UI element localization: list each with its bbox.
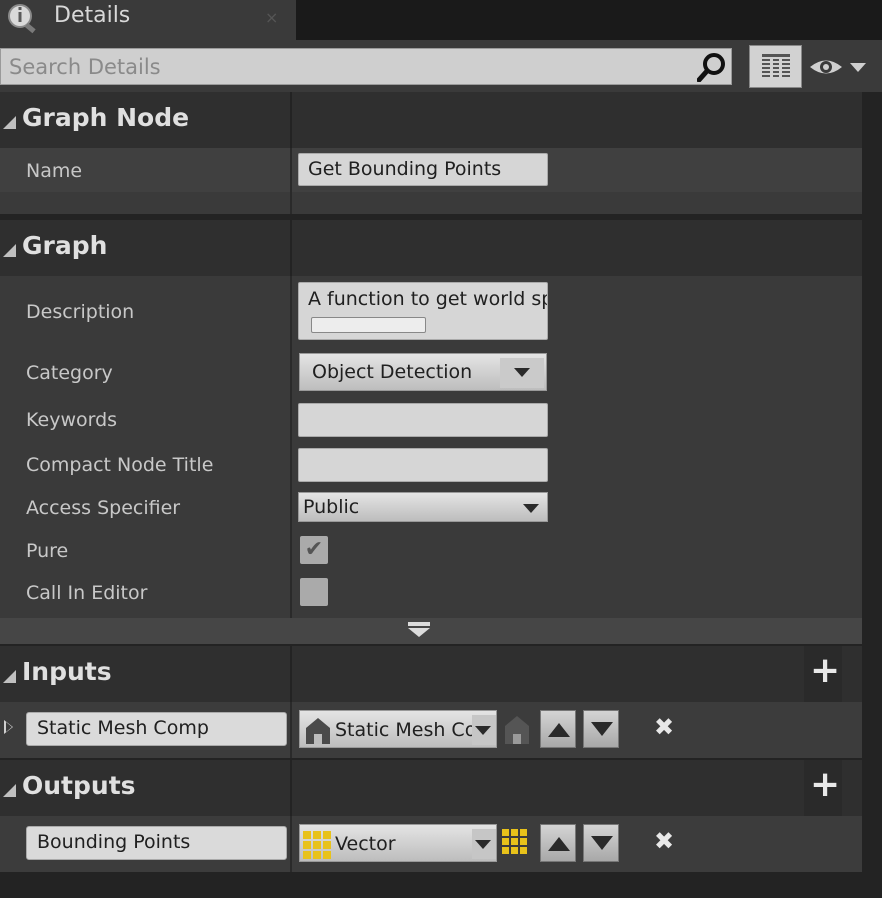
- name-label: Name: [26, 160, 83, 182]
- pure-checkbox[interactable]: ✔: [300, 536, 328, 564]
- collapse-arrow-icon[interactable]: [3, 784, 16, 797]
- tab-title: Details: [54, 3, 131, 28]
- expander-bar: [408, 622, 430, 626]
- section-title: Outputs: [22, 771, 136, 800]
- move-down-button[interactable]: [583, 824, 619, 862]
- column-divider: [290, 646, 292, 702]
- expand-arrow-icon: [408, 628, 430, 637]
- input-type-value: Static Mesh Co: [335, 719, 477, 741]
- search-icon[interactable]: [697, 52, 727, 82]
- call-in-editor-label: Call In Editor: [26, 582, 148, 604]
- plus-icon: +: [810, 650, 841, 691]
- category-dropdown[interactable]: Object Detection: [299, 353, 547, 391]
- tab-details[interactable]: Details ×: [0, 0, 296, 40]
- collapse-arrow-icon[interactable]: [3, 670, 16, 683]
- section-header-outputs[interactable]: Outputs: [0, 760, 800, 816]
- column-divider: [290, 760, 292, 816]
- output-type-value: Vector: [335, 833, 396, 855]
- section-title: Graph Node: [22, 103, 190, 132]
- input-name-field[interactable]: Static Mesh Comp: [26, 712, 287, 746]
- search-box[interactable]: [0, 48, 732, 85]
- access-specifier-label: Access Specifier: [26, 497, 181, 519]
- keywords-label: Keywords: [26, 409, 118, 431]
- details-magnifier-icon: [8, 4, 36, 34]
- property-matrix-icon: [762, 54, 790, 77]
- section-title: Inputs: [22, 657, 112, 686]
- view-options-button[interactable]: [749, 45, 802, 88]
- section-spacer: [0, 192, 862, 214]
- collapse-arrow-icon[interactable]: [3, 244, 16, 257]
- check-icon: ✔: [304, 537, 324, 562]
- column-divider: [290, 92, 292, 148]
- remove-input-button[interactable]: ✖: [654, 713, 674, 741]
- add-input-button[interactable]: +: [804, 646, 842, 702]
- call-in-editor-checkbox[interactable]: [300, 578, 328, 606]
- name-field[interactable]: Get Bounding Points: [298, 153, 548, 186]
- description-label: Description: [26, 301, 135, 323]
- column-divider: [290, 816, 292, 872]
- access-specifier-dropdown[interactable]: Public: [298, 492, 548, 522]
- column-divider: [290, 148, 292, 214]
- array-grid-icon[interactable]: [502, 829, 528, 855]
- output-type-dropdown[interactable]: Vector: [299, 824, 497, 862]
- tab-close-icon[interactable]: ×: [265, 8, 278, 27]
- access-specifier-value: Public: [303, 496, 360, 518]
- add-output-button[interactable]: +: [804, 760, 842, 816]
- vector-grid-icon: [303, 831, 331, 859]
- section-header-graph[interactable]: Graph: [0, 220, 862, 276]
- chevron-down-icon: [523, 504, 539, 513]
- advanced-expander[interactable]: [0, 618, 862, 644]
- column-divider: [290, 702, 292, 758]
- chevron-down-icon: [475, 840, 491, 849]
- column-divider: [290, 220, 292, 276]
- compact-node-title-label: Compact Node Title: [26, 454, 214, 476]
- move-up-button[interactable]: [540, 824, 576, 862]
- keywords-field[interactable]: [298, 403, 548, 437]
- move-up-button[interactable]: [540, 710, 576, 748]
- arrow-down-icon: [591, 836, 613, 850]
- description-field[interactable]: A function to get world sp: [298, 282, 548, 340]
- search-input[interactable]: [1, 49, 691, 84]
- expand-row-icon-inner: [6, 722, 12, 732]
- input-type-dropdown[interactable]: Static Mesh Co: [299, 710, 497, 748]
- description-scrollbar[interactable]: [311, 317, 426, 333]
- column-divider: [290, 276, 292, 618]
- category-label: Category: [26, 362, 113, 384]
- chevron-down-icon: [475, 726, 491, 735]
- chevron-down-icon: [514, 368, 530, 377]
- pure-label: Pure: [26, 540, 69, 562]
- plus-icon: +: [810, 764, 841, 805]
- container-type-icon[interactable]: [501, 712, 533, 746]
- section-header-graph-node[interactable]: Graph Node: [0, 92, 862, 148]
- output-name-field[interactable]: Bounding Points: [26, 826, 287, 860]
- arrow-up-icon: [548, 837, 570, 851]
- section-title: Graph: [22, 231, 108, 260]
- compact-node-title-field[interactable]: [298, 448, 548, 482]
- arrow-up-icon: [548, 723, 570, 737]
- category-value: Object Detection: [312, 361, 473, 383]
- visibility-eye-icon[interactable]: [808, 52, 870, 82]
- remove-output-button[interactable]: ✖: [654, 827, 674, 855]
- collapse-arrow-icon[interactable]: [3, 116, 16, 129]
- description-text: A function to get world sp: [308, 288, 548, 310]
- arrow-down-icon: [591, 722, 613, 736]
- section-header-inputs[interactable]: Inputs: [0, 646, 800, 702]
- static-mesh-icon: [306, 718, 330, 744]
- move-down-button[interactable]: [583, 710, 619, 748]
